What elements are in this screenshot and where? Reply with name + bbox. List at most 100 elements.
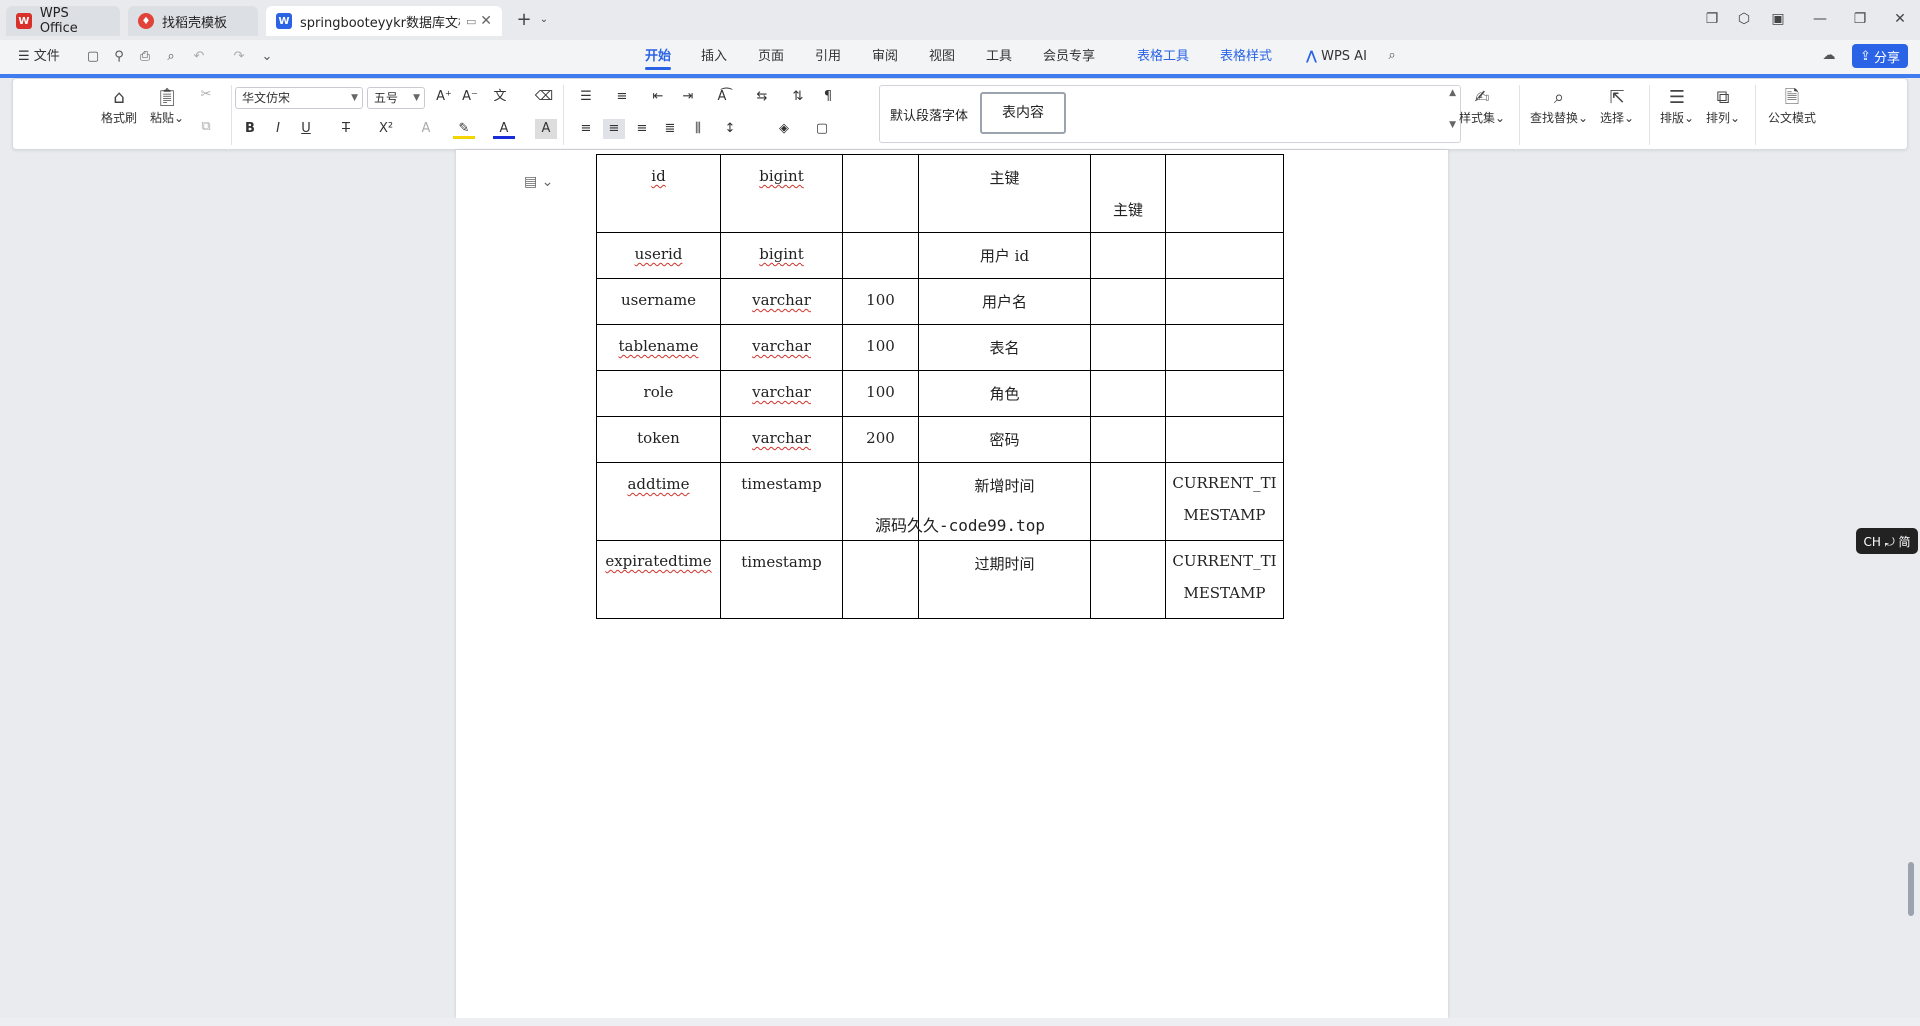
search-icon[interactable]: ⌕ (1383, 48, 1401, 64)
align-left-icon[interactable]: ≡ (575, 119, 597, 139)
window-layout-icon[interactable]: ❐ (1698, 8, 1726, 30)
copy-icon[interactable]: ⧉ (195, 117, 217, 137)
font-size-select[interactable]: 五号 ▼ (367, 87, 425, 109)
tab-docer[interactable]: ♦ 找稻壳模板 (128, 6, 258, 36)
close-tab-icon[interactable]: ✕ (480, 13, 492, 29)
table-cell[interactable] (1165, 154, 1284, 233)
strikethrough-icon[interactable]: T (335, 119, 357, 139)
table-cell[interactable]: userid (596, 232, 721, 279)
table-cell[interactable] (1090, 540, 1166, 619)
table-cell[interactable] (1165, 278, 1284, 325)
numbered-list-icon[interactable]: ≡ (611, 87, 633, 107)
tab-start[interactable]: 开始 (645, 40, 672, 74)
save-icon[interactable]: ⚲ (110, 49, 128, 65)
vertical-scrollbar[interactable] (1906, 150, 1916, 1018)
table-cell[interactable] (842, 154, 919, 233)
convert-icon[interactable]: ⇆ (751, 87, 773, 107)
tab-page[interactable]: 页面 (758, 40, 784, 74)
customize-chevron-icon[interactable]: ⌄ (258, 49, 276, 65)
table-cell[interactable]: tablename (596, 324, 721, 371)
table-cell[interactable] (1165, 232, 1284, 279)
official-mode-button[interactable]: 🗎︎ 公文模式 (1765, 87, 1819, 126)
style-table-content[interactable]: 表内容 (980, 92, 1066, 134)
table-cell[interactable]: username (596, 278, 721, 325)
table-cell[interactable]: 用户名 (918, 278, 1091, 325)
font-name-select[interactable]: 华文仿宋 ▼ (235, 87, 363, 109)
table-cell[interactable]: 主键 (1090, 154, 1166, 233)
table-cell[interactable]: bigint (720, 232, 843, 279)
bullet-list-icon[interactable]: ☰ (575, 87, 597, 107)
table-cell[interactable] (1090, 370, 1166, 417)
table-cell[interactable]: varchar (720, 278, 843, 325)
table-cell[interactable]: timestamp (720, 462, 843, 541)
avatar[interactable]: ▣ (1764, 8, 1792, 30)
tab-insert[interactable]: 插入 (701, 40, 727, 74)
distribute-icon[interactable]: ⫼ (687, 119, 709, 139)
table-cell[interactable]: 过期时间 (918, 540, 1091, 619)
paste-button[interactable]: 📋︎ 粘贴⌄ (147, 87, 187, 126)
tab-document[interactable]: W springbooteyykr数据库文档 ▭ ✕ (266, 6, 502, 36)
table-cell[interactable]: 200 (842, 416, 919, 463)
expand-gallery-icon[interactable]: ▼ (1449, 120, 1456, 130)
table-cell[interactable] (842, 540, 919, 619)
table-cell[interactable]: 密码 (918, 416, 1091, 463)
redo-icon[interactable]: ↷ (230, 49, 248, 65)
border-icon[interactable]: ▢ (811, 119, 833, 139)
table-cell[interactable]: expiratedtime (596, 540, 721, 619)
italic-icon[interactable]: I (267, 119, 289, 139)
grow-font-icon[interactable]: A⁺ (433, 87, 455, 107)
table-cell[interactable]: id (596, 154, 721, 233)
table-cell[interactable] (1165, 370, 1284, 417)
tab-references[interactable]: 引用 (815, 40, 841, 74)
document-page[interactable]: ▤ ⌄ id bigint 主键 主键 userid bigint 用户 id usernam… (456, 150, 1448, 1018)
table-cell[interactable] (842, 232, 919, 279)
tab-wps-office[interactable]: W WPS Office (6, 6, 120, 36)
cloud-upload-icon[interactable]: ☁ (1820, 48, 1838, 64)
table-cell[interactable] (1090, 462, 1166, 541)
minimize-icon[interactable]: — (1806, 8, 1834, 30)
ime-indicator[interactable]: CH ⤾ 简 (1856, 528, 1918, 554)
line-spacing-icon[interactable]: ↕ (719, 119, 741, 139)
layout-button[interactable]: ☰ 排版⌄ (1657, 87, 1697, 126)
style-default-paragraph-font[interactable]: 默认段落字体 (890, 105, 968, 124)
wps-ai-button[interactable]: ⋀ WPS AI (1306, 40, 1367, 74)
increase-indent-icon[interactable]: ⇥ (677, 87, 699, 107)
table-cell[interactable] (1090, 324, 1166, 371)
bold-icon[interactable]: B (239, 119, 261, 139)
open-icon[interactable]: ▢ (84, 49, 102, 65)
table-cell[interactable]: varchar (720, 324, 843, 371)
decrease-indent-icon[interactable]: ⇤ (647, 87, 669, 107)
text-effect-icon[interactable]: A (415, 119, 437, 139)
shading-icon[interactable]: ◈ (773, 119, 795, 139)
table-cell[interactable] (1165, 416, 1284, 463)
align-center-icon[interactable]: ≡ (603, 119, 625, 139)
table-cell[interactable]: varchar (720, 416, 843, 463)
tab-table-tools[interactable]: 表格工具 (1137, 40, 1189, 74)
underline-icon[interactable]: U (295, 119, 317, 139)
tab-list-chevron-icon[interactable]: ⌄ (530, 8, 558, 30)
print-preview-icon[interactable]: ⌕ (162, 49, 180, 65)
phonetic-icon[interactable]: 文 (489, 87, 511, 107)
font-color-icon[interactable]: A (493, 119, 515, 139)
print-icon[interactable]: ⎙ (136, 49, 154, 65)
table-cell[interactable] (1165, 324, 1284, 371)
align-right-icon[interactable]: ≡ (631, 119, 653, 139)
table-cell[interactable]: 100 (842, 278, 919, 325)
find-replace-button[interactable]: ⌕ 查找替换⌄ (1529, 87, 1589, 126)
tab-table-style[interactable]: 表格样式 (1220, 40, 1272, 74)
tab-tools[interactable]: 工具 (986, 40, 1012, 74)
close-window-icon[interactable]: ✕ (1886, 8, 1914, 30)
style-set-button[interactable]: ✍ 样式集⌄ (1457, 87, 1507, 126)
format-painter-button[interactable]: ⌂ 格式刷 (99, 87, 139, 126)
show-marks-icon[interactable]: ¶ (817, 87, 839, 107)
table-cell[interactable]: varchar (720, 370, 843, 417)
table-cell[interactable]: 100 (842, 370, 919, 417)
undo-icon[interactable]: ↶ (190, 49, 208, 65)
scroll-thumb[interactable] (1908, 862, 1914, 916)
table-cell[interactable] (1090, 416, 1166, 463)
arrange-button[interactable]: ⧉ 排列⌄ (1703, 87, 1743, 126)
scroll-up-icon[interactable]: ▲ (1449, 88, 1456, 98)
table-cell[interactable]: addtime (596, 462, 721, 541)
justify-icon[interactable]: ≣ (659, 119, 681, 139)
clear-format-icon[interactable]: ⌫ (533, 87, 555, 107)
